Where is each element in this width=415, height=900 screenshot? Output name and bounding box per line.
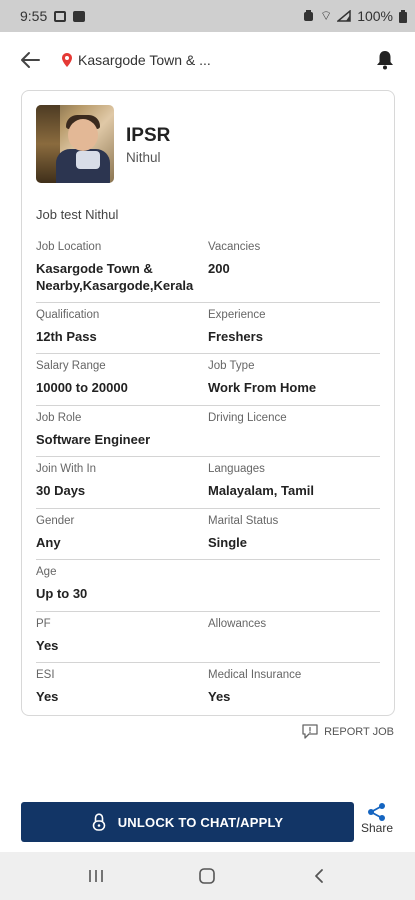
field-label: Driving Licence: [208, 412, 287, 424]
report-job-button[interactable]: REPORT JOB: [302, 724, 394, 739]
detail-row: Job Location Kasargode Town & Nearby,Kasa…: [36, 235, 380, 303]
field-value: Software Engineer: [36, 432, 151, 447]
wifi-icon: ⌔: [319, 8, 332, 23]
field-value: 12th Pass: [36, 329, 97, 344]
system-back-button[interactable]: [299, 856, 339, 896]
field-label: Gender: [36, 515, 75, 527]
field-value: 30 Days: [36, 483, 86, 498]
app-notification-icon: [73, 10, 86, 22]
field-value: Yes: [36, 638, 59, 653]
field-value: Malayalam, Tamil: [208, 483, 314, 498]
detail-row: Gender Any Marital Status Single: [36, 509, 380, 560]
field-value: Any: [36, 535, 61, 550]
field-label: ESI: [36, 669, 55, 681]
recents-button[interactable]: [76, 856, 116, 896]
field-value: Work From Home: [208, 380, 317, 395]
detail-row: ESI Yes Medical Insurance Yes: [36, 663, 380, 715]
detail-row: Job Role Software Engineer Driving Licenc…: [36, 406, 380, 457]
alarm-icon: [303, 10, 313, 21]
company-name: IPSR: [126, 125, 171, 146]
field-value: Single: [208, 535, 248, 550]
system-nav-bar: [0, 852, 415, 900]
detail-row: PF Yes Allowances: [36, 612, 380, 663]
signal-icon: [337, 10, 351, 22]
field-value: Up to 30: [36, 586, 88, 601]
field-value: Kasargode Town & Nearby,Kasargode,Kerala: [36, 261, 194, 293]
status-bar: 9:55 ⌔ 100%: [0, 0, 415, 32]
company-logo: [36, 105, 114, 183]
field-label: Vacancies: [208, 241, 261, 253]
unlock-label: UNLOCK TO CHAT/APPLY: [117, 814, 284, 830]
location-label: Kasargode Town & ...: [78, 52, 211, 68]
job-details: Job Location Kasargode Town & Nearby,Kasa…: [36, 235, 380, 715]
field-value: 10000 to 20000: [36, 380, 128, 395]
field-label: Languages: [208, 463, 265, 475]
field-label: Job Role: [36, 412, 82, 424]
chevron-left-icon: [315, 869, 324, 883]
field-label: Age: [36, 566, 57, 578]
field-label: Join With In: [36, 463, 97, 475]
field-label: Job Location: [36, 241, 102, 253]
bell-icon: [377, 51, 393, 70]
field-label: Qualification: [36, 309, 100, 321]
field-value: Yes: [208, 689, 231, 704]
report-job-label: REPORT JOB: [324, 725, 394, 738]
back-button[interactable]: [16, 46, 44, 74]
home-icon: [199, 868, 216, 884]
field-label: PF: [36, 618, 51, 630]
lock-icon: [92, 813, 106, 831]
company-contact: Nithul: [126, 150, 161, 165]
location-selector[interactable]: Kasargode Town & ...: [62, 52, 211, 68]
unlock-to-chat-apply-button[interactable]: UNLOCK TO CHAT/APPLY: [21, 802, 354, 842]
field-value: Yes: [36, 689, 59, 704]
field-value: Freshers: [208, 329, 263, 344]
detail-row: Join With In 30 Days Languages Malayalam, …: [36, 457, 380, 509]
field-label: Allowances: [208, 618, 267, 630]
detail-row: Salary Range 10000 to 20000 Job Type Work …: [36, 354, 380, 406]
detail-row: Age Up to 30: [36, 560, 380, 612]
home-button[interactable]: [187, 856, 227, 896]
field-label: Job Type: [208, 360, 255, 372]
location-pin-icon: [62, 53, 72, 67]
notifications-button[interactable]: [371, 46, 399, 74]
share-icon: [368, 803, 385, 821]
share-button[interactable]: Share: [358, 803, 396, 835]
gallery-icon: [54, 10, 67, 22]
battery-level: 100%: [357, 8, 393, 24]
field-value: 200: [208, 261, 230, 276]
share-label: Share: [360, 821, 394, 835]
job-card: IPSR Nithul Job test Nithul Job Location…: [21, 90, 395, 716]
field-label: Salary Range: [36, 360, 106, 372]
status-time: 9:55: [20, 8, 48, 24]
app-header: Kasargode Town & ...: [0, 32, 415, 88]
recents-icon: [89, 870, 103, 882]
field-label: Marital Status: [208, 515, 279, 527]
company-header: IPSR Nithul: [36, 105, 380, 183]
field-label: Medical Insurance: [208, 669, 302, 681]
battery-icon: [399, 9, 407, 23]
detail-row: Qualification 12th Pass Experience Fresher…: [36, 303, 380, 354]
job-title: Job test Nithul: [36, 207, 119, 222]
back-arrow-icon: [21, 52, 40, 68]
field-label: Experience: [208, 309, 266, 321]
report-icon: [302, 724, 318, 739]
